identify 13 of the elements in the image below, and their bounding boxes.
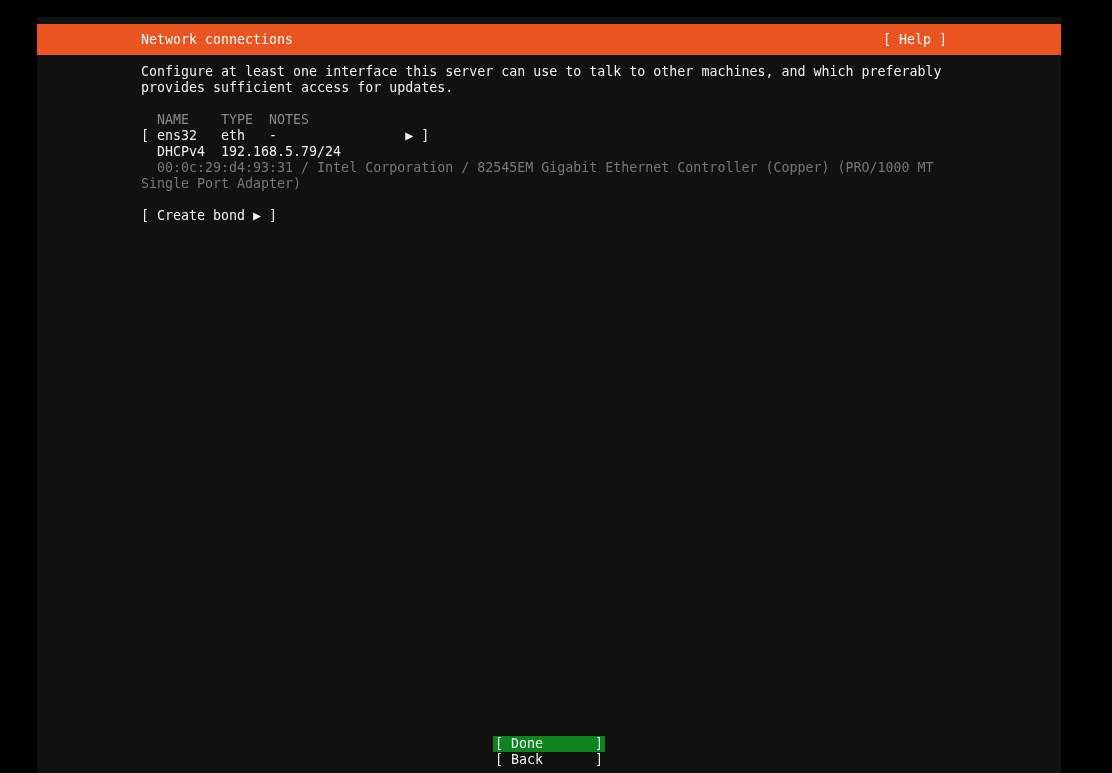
done-button[interactable]: [ Done ] — [493, 736, 605, 752]
help-button[interactable]: [ Help ] — [882, 31, 947, 48]
ip-address: 192.168.5.79/24 — [221, 144, 342, 160]
device-info: 00:0c:29:d4:93:31 / Intel Corporation / 82545EM Gigabit Ethernet Controller (Copper) (PRO/1000 MT Single Port Adapter) — [141, 160, 935, 192]
column-header: NOTES — [269, 112, 311, 128]
back-button[interactable]: [ Back ] — [493, 752, 605, 768]
column-header: TYPE — [221, 112, 255, 128]
intro-text: Configure at least one interface this server can use to talk to other machines, and which preferably provides sufficient access for updates. — [141, 64, 942, 96]
create-bond-button[interactable]: [ Create bond ▶ ] — [141, 208, 278, 224]
address-method: DHCPv4 — [157, 144, 207, 160]
screen-title: Network connections — [141, 31, 294, 48]
column-header: NAME — [157, 112, 191, 128]
interface-row[interactable]: [ ens32 eth - ▶ ] — [141, 128, 430, 144]
